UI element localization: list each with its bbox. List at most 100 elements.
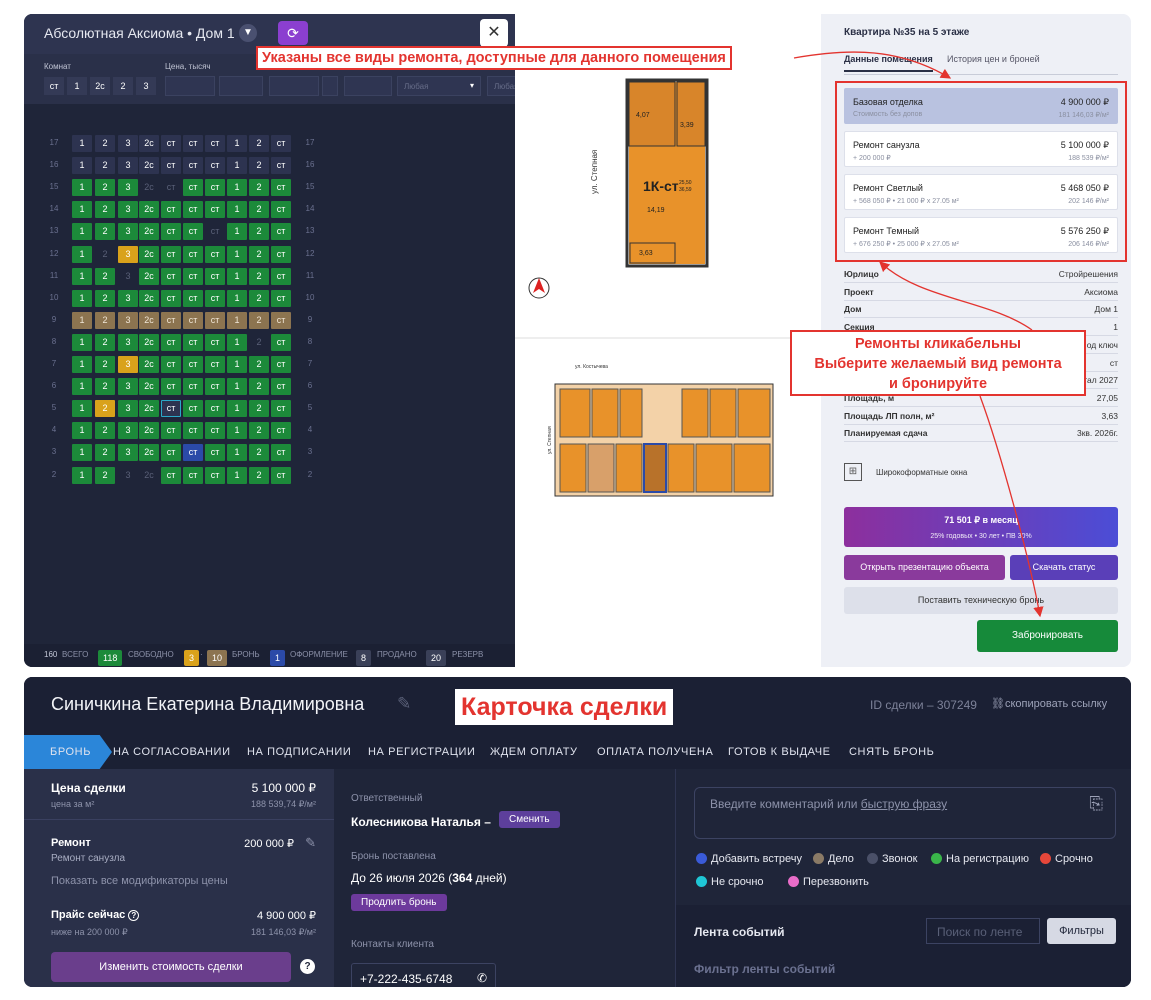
apartment-cell[interactable]: ст <box>205 311 225 329</box>
apartment-cell[interactable]: 2 <box>249 157 269 175</box>
help-icon[interactable]: ? <box>300 959 315 974</box>
apartment-cell[interactable]: 2 <box>249 334 269 351</box>
extend-booking-button[interactable]: Продлить бронь <box>351 894 447 911</box>
attach-icon[interactable]: ⎘ <box>1089 794 1103 814</box>
apartment-cell[interactable]: 2 <box>95 378 115 396</box>
apartment-cell[interactable]: 2 <box>249 466 269 484</box>
apartment-cell[interactable]: 2 <box>249 400 269 418</box>
copy-link[interactable]: скопировать ссылку <box>1005 698 1107 710</box>
apartment-cell[interactable]: ст <box>271 157 291 175</box>
apartment-cell[interactable]: 3 <box>118 333 138 351</box>
close-icon[interactable]: ✕ <box>480 19 508 47</box>
apartment-cell[interactable]: 1 <box>227 311 247 329</box>
apartment-cell[interactable]: 3 <box>118 311 138 329</box>
apartment-cell[interactable]: ст <box>183 245 203 263</box>
apartment-cell[interactable]: 2 <box>95 444 115 462</box>
apartment-cell[interactable]: 2с <box>139 400 159 418</box>
apartment-cell[interactable]: ст <box>183 179 203 197</box>
area-to-input[interactable] <box>322 76 338 96</box>
apartment-cell[interactable]: ст <box>205 378 225 396</box>
apartment-cell[interactable]: 1 <box>227 422 247 440</box>
apartment-cell[interactable]: 1 <box>72 400 92 418</box>
apartment-cell[interactable]: 1 <box>72 289 92 307</box>
apartment-cell[interactable]: 1 <box>227 356 247 373</box>
apartment-cell[interactable]: ст <box>161 201 181 219</box>
apartment-cell[interactable]: 2с <box>139 467 159 484</box>
apartment-cell[interactable]: 1 <box>72 378 92 396</box>
apartment-cell[interactable]: 2 <box>95 289 115 307</box>
comment-input[interactable]: Введите комментарий или быструю фразу ⎘ <box>694 787 1116 839</box>
apartment-cell[interactable]: ст <box>205 157 225 175</box>
apartment-cell[interactable]: 1 <box>72 466 92 484</box>
apartment-cell[interactable]: ст <box>205 466 225 484</box>
floor-input[interactable] <box>344 76 392 96</box>
show-modifiers-link[interactable]: Показать все модификаторы цены <box>51 875 228 887</box>
apartment-cell[interactable]: 1 <box>72 201 92 219</box>
apartment-cell[interactable]: 3 <box>118 356 138 373</box>
apartment-cell[interactable]: 1 <box>72 444 92 462</box>
apartment-cell[interactable]: ст <box>183 422 203 440</box>
area-from-input[interactable] <box>269 76 319 96</box>
apartment-cell[interactable]: ст <box>271 245 291 263</box>
apartment-cell[interactable]: ст <box>161 466 181 484</box>
apartment-cell[interactable]: 1 <box>72 223 92 241</box>
apartment-cell[interactable]: 3 <box>118 245 138 263</box>
apartment-cell[interactable]: 2с <box>139 157 159 175</box>
stage-tab[interactable]: ОПЛАТА ПОЛУЧЕНА <box>597 735 713 769</box>
stage-tab[interactable]: БРОНЬ <box>24 735 112 769</box>
room-filter-3[interactable]: 3 <box>136 77 156 95</box>
apartment-cell[interactable]: 1 <box>72 135 92 152</box>
event-chip[interactable]: Добавить встречу <box>696 853 802 865</box>
apartment-cell[interactable]: ст <box>183 333 203 351</box>
apartment-cell[interactable]: ст <box>183 400 203 418</box>
apartment-cell[interactable]: 1 <box>227 223 247 241</box>
event-chip[interactable]: Звонок <box>867 853 918 865</box>
apartment-cell[interactable]: ст <box>161 444 181 462</box>
apartment-cell[interactable]: ст <box>183 267 203 285</box>
apartment-cell[interactable]: 2 <box>249 223 269 241</box>
apartment-cell[interactable]: 2с <box>139 422 159 440</box>
apartment-cell[interactable]: ст <box>183 289 203 307</box>
apartment-cell[interactable]: ст <box>161 311 181 329</box>
apartment-cell[interactable]: 1 <box>227 333 247 351</box>
phone-field[interactable]: +7-222-435-6748 ✆ <box>351 963 496 987</box>
apartment-cell[interactable]: 1 <box>72 245 92 263</box>
help-icon[interactable]: ? <box>128 910 140 921</box>
apartment-cell[interactable]: 2 <box>249 444 269 462</box>
apartment-cell[interactable]: 3 <box>118 135 138 152</box>
apartment-cell[interactable]: 1 <box>72 311 92 329</box>
apartment-cell[interactable]: 2с <box>139 135 159 152</box>
sync-icon[interactable]: ⟳ <box>278 21 308 45</box>
apartment-cell[interactable]: 2с <box>139 378 159 396</box>
apartment-cell[interactable]: 2с <box>139 245 159 263</box>
stage-tab[interactable]: ЖДЕМ ОПЛАТУ <box>490 735 578 769</box>
stage-tab[interactable]: СНЯТЬ БРОНЬ <box>849 735 934 769</box>
event-chip[interactable]: Перезвонить <box>788 876 869 888</box>
apartment-cell[interactable]: ст <box>161 245 181 263</box>
phone-icon[interactable]: ✆ <box>477 971 487 985</box>
apartment-cell[interactable]: 2 <box>249 356 269 373</box>
apartment-cell[interactable]: 1 <box>227 157 247 175</box>
apartment-cell[interactable]: 2с <box>139 267 159 285</box>
apartment-cell[interactable]: 3 <box>118 467 138 484</box>
apartment-cell[interactable]: ст <box>161 223 181 241</box>
apartment-cell[interactable]: 1 <box>227 289 247 307</box>
apartment-cell[interactable]: 1 <box>227 201 247 219</box>
apartment-cell[interactable]: 1 <box>227 267 247 285</box>
apartment-cell[interactable]: ст <box>271 422 291 440</box>
apartment-cell[interactable]: ст <box>205 267 225 285</box>
feed-search-input[interactable]: Поиск по ленте <box>926 918 1040 944</box>
apartment-cell[interactable]: ст <box>271 289 291 307</box>
apartment-cell[interactable]: 2с <box>139 444 159 462</box>
apartment-cell[interactable]: ст <box>161 333 181 351</box>
apartment-cell[interactable]: ст <box>271 267 291 285</box>
apartment-cell[interactable]: ст <box>161 179 181 196</box>
apartment-cell[interactable]: ст <box>271 179 291 197</box>
stage-tab[interactable]: ГОТОВ К ВЫДАЧЕ <box>728 735 831 769</box>
apartment-cell[interactable]: 3 <box>118 179 138 197</box>
apartment-cell[interactable]: 3 <box>118 378 138 396</box>
room-filter-1[interactable]: 1 <box>67 77 87 95</box>
apartment-cell[interactable]: 3 <box>118 400 138 418</box>
apartment-cell[interactable]: 1 <box>72 333 92 351</box>
apartment-cell[interactable]: 1 <box>227 378 247 396</box>
